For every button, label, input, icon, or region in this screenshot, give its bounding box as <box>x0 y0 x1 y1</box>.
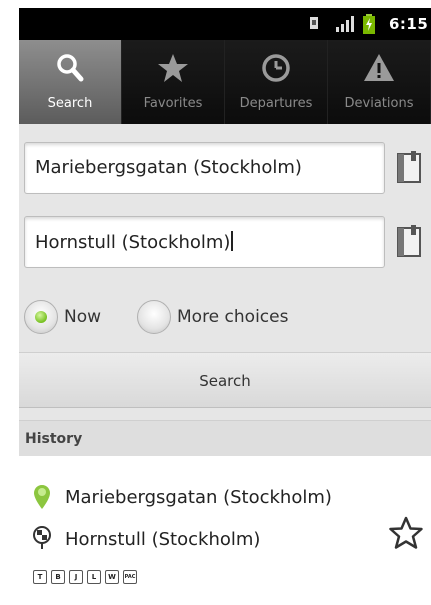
tab-search[interactable]: Search <box>19 40 122 124</box>
battery-charging-icon <box>363 14 375 34</box>
favorite-star-icon[interactable] <box>389 516 423 550</box>
from-field[interactable]: Mariebergsgatan (Stockholm) <box>24 142 385 194</box>
history-from-row: Mariebergsgatan (Stockholm) <box>31 484 332 510</box>
transport-mode-badge: B <box>51 570 65 584</box>
warning-icon <box>364 54 394 81</box>
to-value: Hornstull (Stockholm) <box>35 232 231 253</box>
tab-deviations[interactable]: Deviations <box>328 40 431 124</box>
transport-mode-badge: PAC <box>123 570 137 584</box>
address-book-icon[interactable] <box>395 224 425 260</box>
history-header: History <box>19 420 431 456</box>
transport-mode-badge: T <box>33 570 47 584</box>
radio-selected-icon <box>24 300 58 334</box>
search-icon <box>57 54 84 82</box>
tab-departures[interactable]: Departures <box>225 40 328 124</box>
tab-label: Departures <box>239 96 313 111</box>
transport-mode-badge: W <box>105 570 119 584</box>
radio-more-choices[interactable]: More choices <box>137 300 288 334</box>
radio-unselected-icon <box>137 300 171 334</box>
tab-bar: Search Favorites Departures Deviations <box>19 40 431 124</box>
search-button[interactable]: Search <box>19 352 431 408</box>
radio-label: Now <box>64 307 102 327</box>
to-field[interactable]: Hornstull (Stockholm) <box>24 216 385 268</box>
tab-label: Search <box>47 96 93 111</box>
radio-now[interactable]: Now <box>24 300 101 334</box>
history-from-text: Mariebergsgatan (Stockholm) <box>65 486 332 508</box>
radio-label: More choices <box>177 307 289 327</box>
tab-label: Deviations <box>344 96 414 111</box>
history-item[interactable]: Mariebergsgatan (Stockholm) Hornstull (S… <box>19 456 431 605</box>
destination-flag-icon <box>33 526 51 549</box>
address-book-icon[interactable] <box>395 150 425 186</box>
history-to-row: Hornstull (Stockholm) <box>31 526 260 552</box>
history-to-text: Hornstull (Stockholm) <box>65 528 261 550</box>
sim-card-icon <box>310 17 318 29</box>
clock-icon <box>262 54 290 82</box>
status-bar: 6:15 <box>19 8 431 40</box>
text-cursor <box>231 231 233 251</box>
status-time: 6:15 <box>389 15 429 33</box>
tab-label: Favorites <box>143 96 203 111</box>
transport-mode-badge: J <box>69 570 83 584</box>
signal-icon <box>336 16 354 32</box>
start-pin-icon <box>34 485 50 509</box>
transport-modes: T B J L W PAC <box>33 570 137 584</box>
star-icon <box>158 54 188 82</box>
transport-mode-badge: L <box>87 570 101 584</box>
from-value: Mariebergsgatan (Stockholm) <box>35 157 302 178</box>
search-panel: Mariebergsgatan (Stockholm) Hornstull (S… <box>19 124 431 420</box>
tab-favorites[interactable]: Favorites <box>122 40 225 124</box>
